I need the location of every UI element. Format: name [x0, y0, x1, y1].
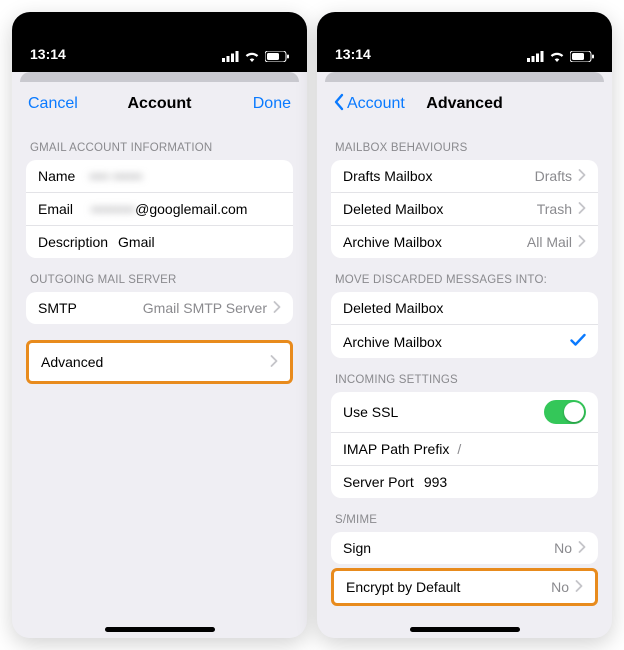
status-time: 13:14	[335, 46, 371, 62]
checkmark-icon	[570, 333, 586, 350]
chevron-right-icon	[270, 354, 278, 370]
row-drafts-mailbox[interactable]: Drafts Mailbox Drafts	[331, 160, 598, 192]
deleted-value: Trash	[537, 201, 572, 217]
row-discard-deleted[interactable]: Deleted Mailbox	[331, 292, 598, 324]
archive-value: All Mail	[527, 234, 572, 250]
row-use-ssl[interactable]: Use SSL	[331, 392, 598, 432]
status-indicators	[527, 51, 594, 62]
navbar: Account Advanced	[321, 82, 608, 126]
row-archive-mailbox[interactable]: Archive Mailbox All Mail	[331, 225, 598, 258]
group-behaviours: Drafts Mailbox Drafts Deleted Mailbox Tr…	[331, 160, 598, 258]
email-domain: @googlemail.com	[135, 201, 247, 217]
name-value-hidden: •••• ••••••	[89, 168, 142, 184]
sign-label: Sign	[343, 540, 371, 556]
chevron-right-icon	[578, 168, 586, 184]
chevron-right-icon	[575, 579, 583, 595]
row-name[interactable]: Name •••• ••••••	[26, 160, 293, 192]
group-incoming: Use SSL IMAP Path Prefix / Server Port 9…	[331, 392, 598, 498]
group-gmail-info: Name •••• •••••• Email ••••••••• @google…	[26, 160, 293, 258]
name-label: Name	[38, 168, 75, 184]
group-discarded: Deleted Mailbox Archive Mailbox	[331, 292, 598, 358]
sign-value: No	[554, 540, 572, 556]
section-header-discarded: MOVE DISCARDED MESSAGES INTO:	[321, 258, 608, 292]
ssl-label: Use SSL	[343, 404, 398, 420]
deleted-label: Deleted Mailbox	[343, 201, 443, 217]
drafts-value: Drafts	[535, 168, 572, 184]
battery-icon	[570, 51, 594, 62]
encrypt-value: No	[551, 579, 569, 595]
chevron-right-icon	[273, 300, 281, 316]
row-imap-prefix[interactable]: IMAP Path Prefix /	[331, 432, 598, 465]
email-label: Email	[38, 201, 73, 217]
chevron-right-icon	[578, 540, 586, 556]
imap-label: IMAP Path Prefix	[343, 441, 449, 457]
group-outgoing: SMTP Gmail SMTP Server	[26, 292, 293, 324]
cancel-button[interactable]: Cancel	[28, 95, 78, 113]
back-label: Account	[347, 95, 405, 113]
section-header-gmail-info: GMAIL ACCOUNT INFORMATION	[16, 126, 303, 160]
row-encrypt-by-default[interactable]: Encrypt by Default No	[334, 571, 595, 603]
cellular-signal-icon	[222, 51, 239, 62]
smtp-label: SMTP	[38, 300, 77, 316]
ssl-toggle-on[interactable]	[544, 400, 586, 424]
home-indicator	[105, 627, 215, 632]
row-description[interactable]: Description Gmail	[26, 225, 293, 258]
wifi-icon	[549, 51, 565, 62]
battery-icon	[265, 51, 289, 62]
navbar: Cancel Account Done	[16, 82, 303, 126]
discard-archive-label: Archive Mailbox	[343, 334, 442, 350]
group-advanced-highlighted: Advanced	[26, 340, 293, 384]
status-bar: 13:14	[317, 12, 612, 72]
chevron-right-icon	[578, 234, 586, 250]
section-header-outgoing: OUTGOING MAIL SERVER	[16, 258, 303, 292]
row-email[interactable]: Email ••••••••• @googlemail.com	[26, 192, 293, 225]
row-advanced[interactable]: Advanced	[29, 343, 290, 381]
row-discard-archive[interactable]: Archive Mailbox	[331, 324, 598, 358]
done-button[interactable]: Done	[253, 95, 291, 113]
chevron-right-icon	[578, 201, 586, 217]
home-indicator	[410, 627, 520, 632]
imap-value: /	[457, 441, 461, 457]
section-header-behaviours: MAILBOX BEHAVIOURS	[321, 126, 608, 160]
drafts-label: Drafts Mailbox	[343, 168, 432, 184]
status-bar: 13:14	[12, 12, 307, 72]
phone-account-screen: 13:14 Cancel Account Done GMAIL ACCOUN	[12, 12, 307, 638]
discard-deleted-label: Deleted Mailbox	[343, 300, 443, 316]
advanced-label: Advanced	[41, 354, 103, 370]
row-sign[interactable]: Sign No	[331, 532, 598, 564]
description-label: Description	[38, 234, 108, 250]
wifi-icon	[244, 51, 260, 62]
email-prefix-hidden: •••••••••	[91, 201, 135, 217]
smtp-value: Gmail SMTP Server	[143, 300, 267, 316]
section-header-incoming: INCOMING SETTINGS	[321, 358, 608, 392]
row-deleted-mailbox[interactable]: Deleted Mailbox Trash	[331, 192, 598, 225]
archive-label: Archive Mailbox	[343, 234, 442, 250]
description-value: Gmail	[118, 234, 155, 250]
group-encrypt-highlighted: Encrypt by Default No	[331, 568, 598, 606]
background-sheet-edge	[20, 72, 299, 82]
background-sheet-edge	[325, 72, 604, 82]
status-indicators	[222, 51, 289, 62]
row-smtp[interactable]: SMTP Gmail SMTP Server	[26, 292, 293, 324]
encrypt-label: Encrypt by Default	[346, 579, 460, 595]
phone-advanced-screen: 13:14 Account Advanced	[317, 12, 612, 638]
status-time: 13:14	[30, 46, 66, 62]
chevron-left-icon	[333, 93, 345, 116]
row-server-port[interactable]: Server Port 993	[331, 465, 598, 498]
port-label: Server Port	[343, 474, 414, 490]
port-value: 993	[424, 474, 447, 490]
section-header-smime: S/MIME	[321, 498, 608, 532]
back-button[interactable]: Account	[333, 93, 405, 116]
group-smime: Sign No	[331, 532, 598, 564]
cellular-signal-icon	[527, 51, 544, 62]
